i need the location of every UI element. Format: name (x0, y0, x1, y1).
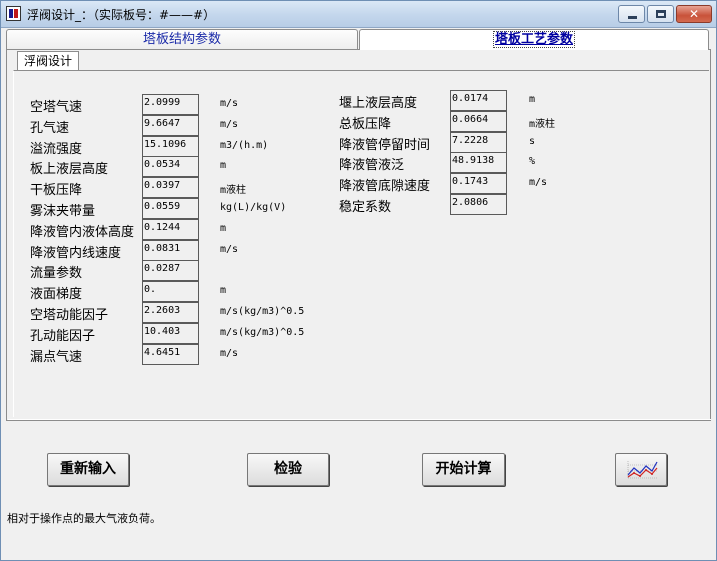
panel-edge (8, 419, 711, 420)
field-label: 板上液层高度 (30, 162, 109, 178)
field-unit: m (529, 94, 536, 105)
field-value-box[interactable]: 0.0397 (142, 177, 199, 199)
field-label: 降液管底隙速度 (339, 179, 431, 195)
tab-float-valve-design[interactable]: 浮阀设计 (17, 51, 79, 71)
field-label: 孔气速 (30, 120, 70, 136)
field-value-box[interactable]: 9.6647 (142, 114, 199, 136)
close-button[interactable]: ✕ (676, 5, 712, 23)
chart-icon (627, 461, 658, 479)
field-unit: m/s (529, 177, 548, 189)
field-value-box[interactable]: 2.0806 (450, 194, 507, 215)
field-value-box[interactable]: 0.1743 (450, 173, 507, 195)
field-unit: m (220, 222, 227, 234)
maximize-button[interactable] (647, 5, 674, 23)
field-unit: m (220, 160, 227, 172)
field-value-box[interactable]: 0.0831 (142, 239, 199, 261)
field-value-box[interactable]: 48.9138 (450, 152, 507, 174)
field-label: 液面梯度 (30, 287, 83, 303)
field-value-box[interactable]: 2.2603 (142, 302, 199, 323)
field-label: 干板压降 (30, 183, 83, 199)
tab-structure-params[interactable]: 塔板结构参数 (6, 29, 358, 49)
field-unit: m/s (220, 98, 239, 109)
check-button[interactable]: 检验 (247, 453, 329, 486)
field-label: 孔动能因子 (30, 328, 96, 344)
status-text: 相对于操作点的最大气液负荷。 (7, 512, 161, 525)
field-label: 降液管液泛 (339, 158, 405, 174)
window-title: 浮阀设计_：（实际板号：#——#） (27, 8, 216, 22)
field-value-box[interactable]: 2.0999 (142, 94, 199, 115)
minimize-icon (628, 16, 637, 19)
field-label: 堰上液层高度 (339, 96, 418, 111)
field-label: 空塔气速 (30, 100, 83, 115)
field-label: 雾沫夹带量 (30, 204, 96, 219)
reinput-button[interactable]: 重新输入 (47, 453, 129, 486)
field-label: 漏点气速 (30, 349, 83, 365)
field-unit: m液柱 (529, 118, 556, 130)
field-label: 空塔动能因子 (30, 308, 109, 323)
field-unit: m/s (220, 243, 239, 255)
field-value-box[interactable]: 7.2228 (450, 131, 507, 153)
field-label: 降液管停留时间 (339, 137, 431, 153)
field-label: 降液管内液体高度 (30, 224, 135, 240)
field-label: 溢流强度 (30, 141, 83, 157)
field-label: 流量参数 (30, 266, 83, 282)
minimize-button[interactable] (618, 5, 645, 23)
field-label: 稳定系数 (339, 200, 392, 215)
field-unit: kg(L)/kg(V) (220, 202, 287, 213)
field-value-box[interactable]: 0.0534 (142, 156, 199, 178)
field-value-box[interactable]: 15.1096 (142, 135, 199, 157)
field-value-box[interactable]: 0.0287 (142, 260, 199, 282)
field-value-box[interactable]: 4.6451 (142, 343, 199, 365)
title-bar: 浮阀设计_：（实际板号：#——#） ✕ (1, 1, 716, 28)
field-unit: m3/(h.m) (220, 139, 269, 151)
close-icon: ✕ (688, 7, 700, 21)
field-label: 总板压降 (339, 116, 392, 132)
chart-button[interactable] (615, 453, 667, 486)
maximize-icon (656, 10, 666, 18)
field-value-box[interactable]: 0.0559 (142, 198, 199, 219)
field-value-box[interactable]: 0. (142, 281, 199, 303)
start-calc-button[interactable]: 开始计算 (422, 453, 505, 486)
field-unit: % (529, 156, 536, 168)
field-unit: m/s(kg/m3)^0.5 (220, 326, 305, 338)
field-unit: m液柱 (220, 185, 247, 197)
app-icon (6, 6, 21, 21)
field-unit: m/s (220, 118, 239, 130)
field-value-box[interactable]: 0.0664 (450, 110, 507, 132)
field-value-box[interactable]: 0.0174 (450, 90, 507, 111)
field-value-box[interactable]: 0.1244 (142, 218, 199, 240)
main-window: 浮阀设计_：（实际板号：#——#） ✕ 塔板结构参数 塔板工艺参数 浮阀设计 空… (0, 0, 717, 561)
tab-process-params-label: 塔板工艺参数 (492, 31, 575, 48)
field-unit: m/s(kg/m3)^0.5 (220, 306, 305, 317)
field-unit: s (529, 135, 536, 147)
field-unit: m (220, 285, 227, 297)
field-unit: m/s (220, 347, 239, 359)
field-label: 降液管内线速度 (30, 245, 122, 261)
field-value-box[interactable]: 10.403 (142, 322, 199, 344)
tab-process-params[interactable]: 塔板工艺参数 (359, 29, 709, 50)
